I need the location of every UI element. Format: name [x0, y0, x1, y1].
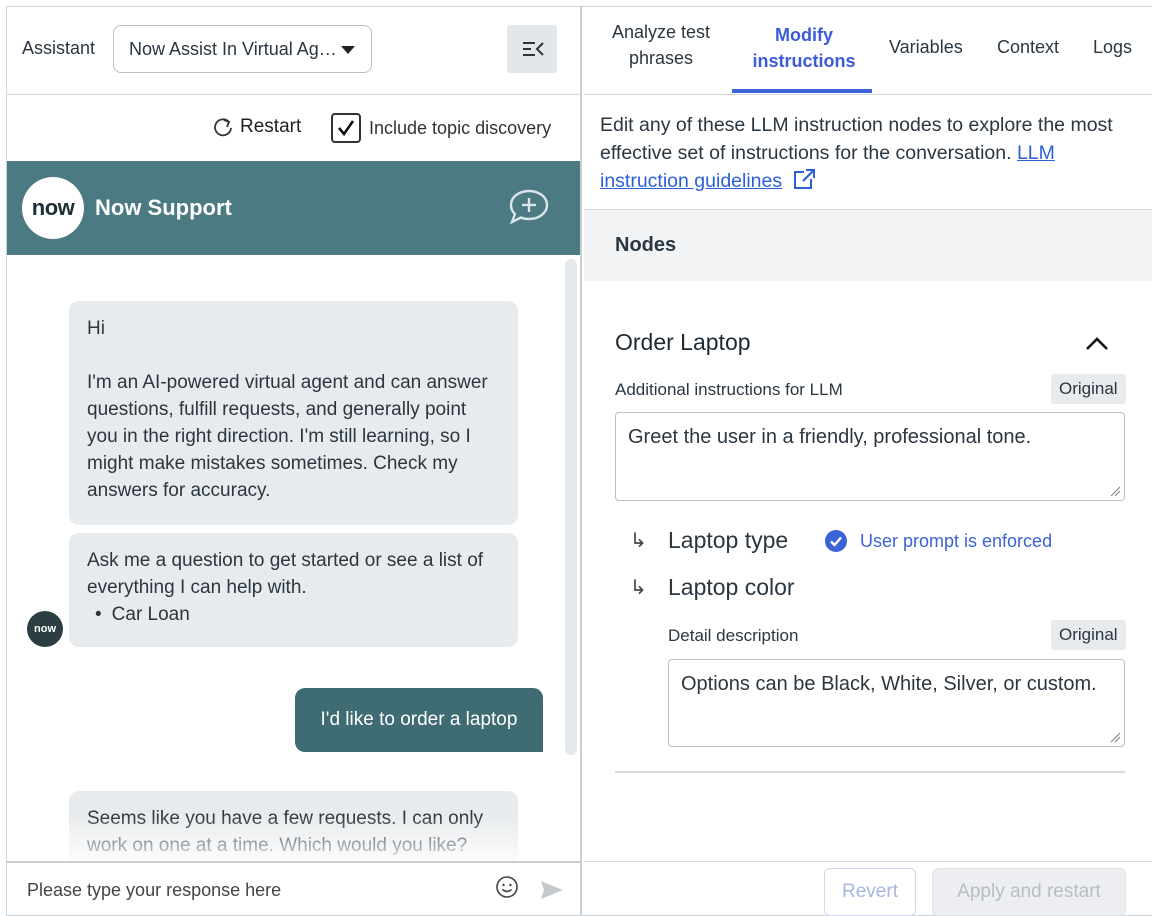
apply-and-restart-button[interactable]: Apply and restart [932, 868, 1126, 916]
send-icon [541, 881, 563, 899]
node-title: Order Laptop [615, 329, 751, 355]
chat-title: Now Support [95, 195, 232, 220]
check-circle-icon [825, 530, 847, 552]
nodes-header: Nodes [584, 209, 1152, 281]
additional-instructions-value: Greet the user in a friendly, profession… [628, 426, 1032, 448]
detail-description-textarea[interactable]: Options can be Black, White, Silver, or … [668, 659, 1125, 747]
include-topic-discovery-label: Include topic discovery [369, 117, 552, 138]
node-laptop-type[interactable]: ↳ Laptop type [630, 527, 788, 554]
tab-variables[interactable]: Variables [889, 34, 963, 60]
detail-description-value: Options can be Black, White, Silver, or … [681, 673, 1097, 695]
topic-list-item[interactable]: • Car Loan [87, 601, 500, 628]
tab-analyze-test-phrases[interactable]: Analyze test phrases [606, 19, 716, 71]
node-laptop-color[interactable]: ↳ Laptop color [630, 574, 795, 601]
instructions-pane: Analyze test phrases Modify instructions… [584, 7, 1152, 916]
restart-label: Restart [240, 116, 302, 137]
additional-instructions-label: Additional instructions for LLM [615, 380, 843, 399]
tab-bar: Analyze test phrases Modify instructions… [584, 7, 1152, 95]
emoji-button[interactable] [495, 875, 519, 904]
chat-toolbar: Restart Include topic discovery [7, 95, 580, 161]
collapse-icon [523, 42, 544, 56]
chat-input-bar [7, 861, 580, 915]
agent-avatar: now [27, 611, 63, 647]
user-prompt-enforced-label: User prompt is enforced [860, 530, 1053, 551]
include-topic-discovery-checkbox[interactable] [331, 113, 361, 143]
node-laptop-type-label: Laptop type [668, 527, 789, 553]
restart-icon [214, 118, 232, 137]
tab-context[interactable]: Context [997, 34, 1059, 60]
tab-logs[interactable]: Logs [1093, 34, 1132, 60]
active-tab-indicator [732, 89, 872, 93]
agent-message: Hi I'm an AI-powered virtual agent and c… [69, 301, 518, 525]
agent-intro: I'm an AI-powered virtual agent and can … [87, 372, 488, 501]
assistant-bar: Assistant Now Assist In Virtual Ag… [7, 7, 580, 95]
chat-header: now Now Support [7, 161, 580, 255]
nodes-title: Nodes [615, 234, 677, 256]
sub-node-arrow-icon: ↳ [630, 530, 647, 552]
resize-grip-icon[interactable] [1109, 485, 1121, 497]
restart-button[interactable]: Restart [212, 113, 301, 141]
node-divider [615, 771, 1125, 773]
tab-modify-instructions[interactable]: Modify instructions [734, 22, 874, 74]
now-logo: now [22, 177, 84, 239]
chat-pane: Assistant Now Assist In Virtual Ag… Rest… [7, 7, 582, 915]
user-message: I'd like to order a laptop [295, 688, 543, 752]
topic-label: Car Loan [111, 604, 190, 625]
collapse-node-button[interactable] [1084, 334, 1110, 357]
sub-node-arrow-icon: ↳ [630, 577, 647, 599]
app-window: Assistant Now Assist In Virtual Ag… Rest… [6, 6, 1152, 916]
caret-down-icon [341, 46, 355, 54]
transcript-fade [7, 815, 563, 861]
assistant-select-value: Now Assist In Virtual Ag… [129, 39, 337, 59]
chat-plus-icon [509, 189, 549, 225]
check-icon [338, 120, 355, 137]
revert-button[interactable]: Revert [824, 868, 916, 916]
chat-scrollbar[interactable] [565, 259, 577, 755]
include-topic-discovery-toggle[interactable]: Include topic discovery [331, 113, 551, 143]
additional-instructions-textarea[interactable]: Greet the user in a friendly, profession… [615, 412, 1125, 501]
instructions-description: Edit any of these LLM instruction nodes … [600, 111, 1140, 195]
collapse-panel-button[interactable] [507, 25, 557, 73]
node-laptop-color-label: Laptop color [668, 574, 795, 600]
send-button[interactable] [539, 879, 565, 906]
chevron-up-icon [1086, 337, 1108, 350]
agent-ask: Ask me a question to get started or see … [87, 550, 484, 598]
user-prompt-enforced: User prompt is enforced [824, 529, 1052, 553]
resize-grip-icon[interactable] [1109, 731, 1121, 743]
external-link-icon[interactable] [792, 168, 816, 190]
new-conversation-button[interactable] [507, 187, 551, 232]
bullet-icon: • [95, 604, 102, 625]
agent-message: Ask me a question to get started or see … [69, 533, 518, 647]
original-badge: Original [1051, 620, 1126, 650]
chat-input[interactable] [27, 875, 467, 905]
emoji-icon [496, 876, 518, 898]
detail-description-label: Detail description [668, 626, 799, 645]
chat-transcript[interactable]: Hi I'm an AI-powered virtual agent and c… [7, 255, 580, 861]
action-footer: Revert Apply and restart [584, 861, 1152, 916]
agent-greeting: Hi [87, 318, 105, 339]
original-badge: Original [1051, 374, 1126, 404]
assistant-select[interactable]: Now Assist In Virtual Ag… [113, 25, 372, 73]
assistant-label: Assistant [22, 38, 96, 58]
